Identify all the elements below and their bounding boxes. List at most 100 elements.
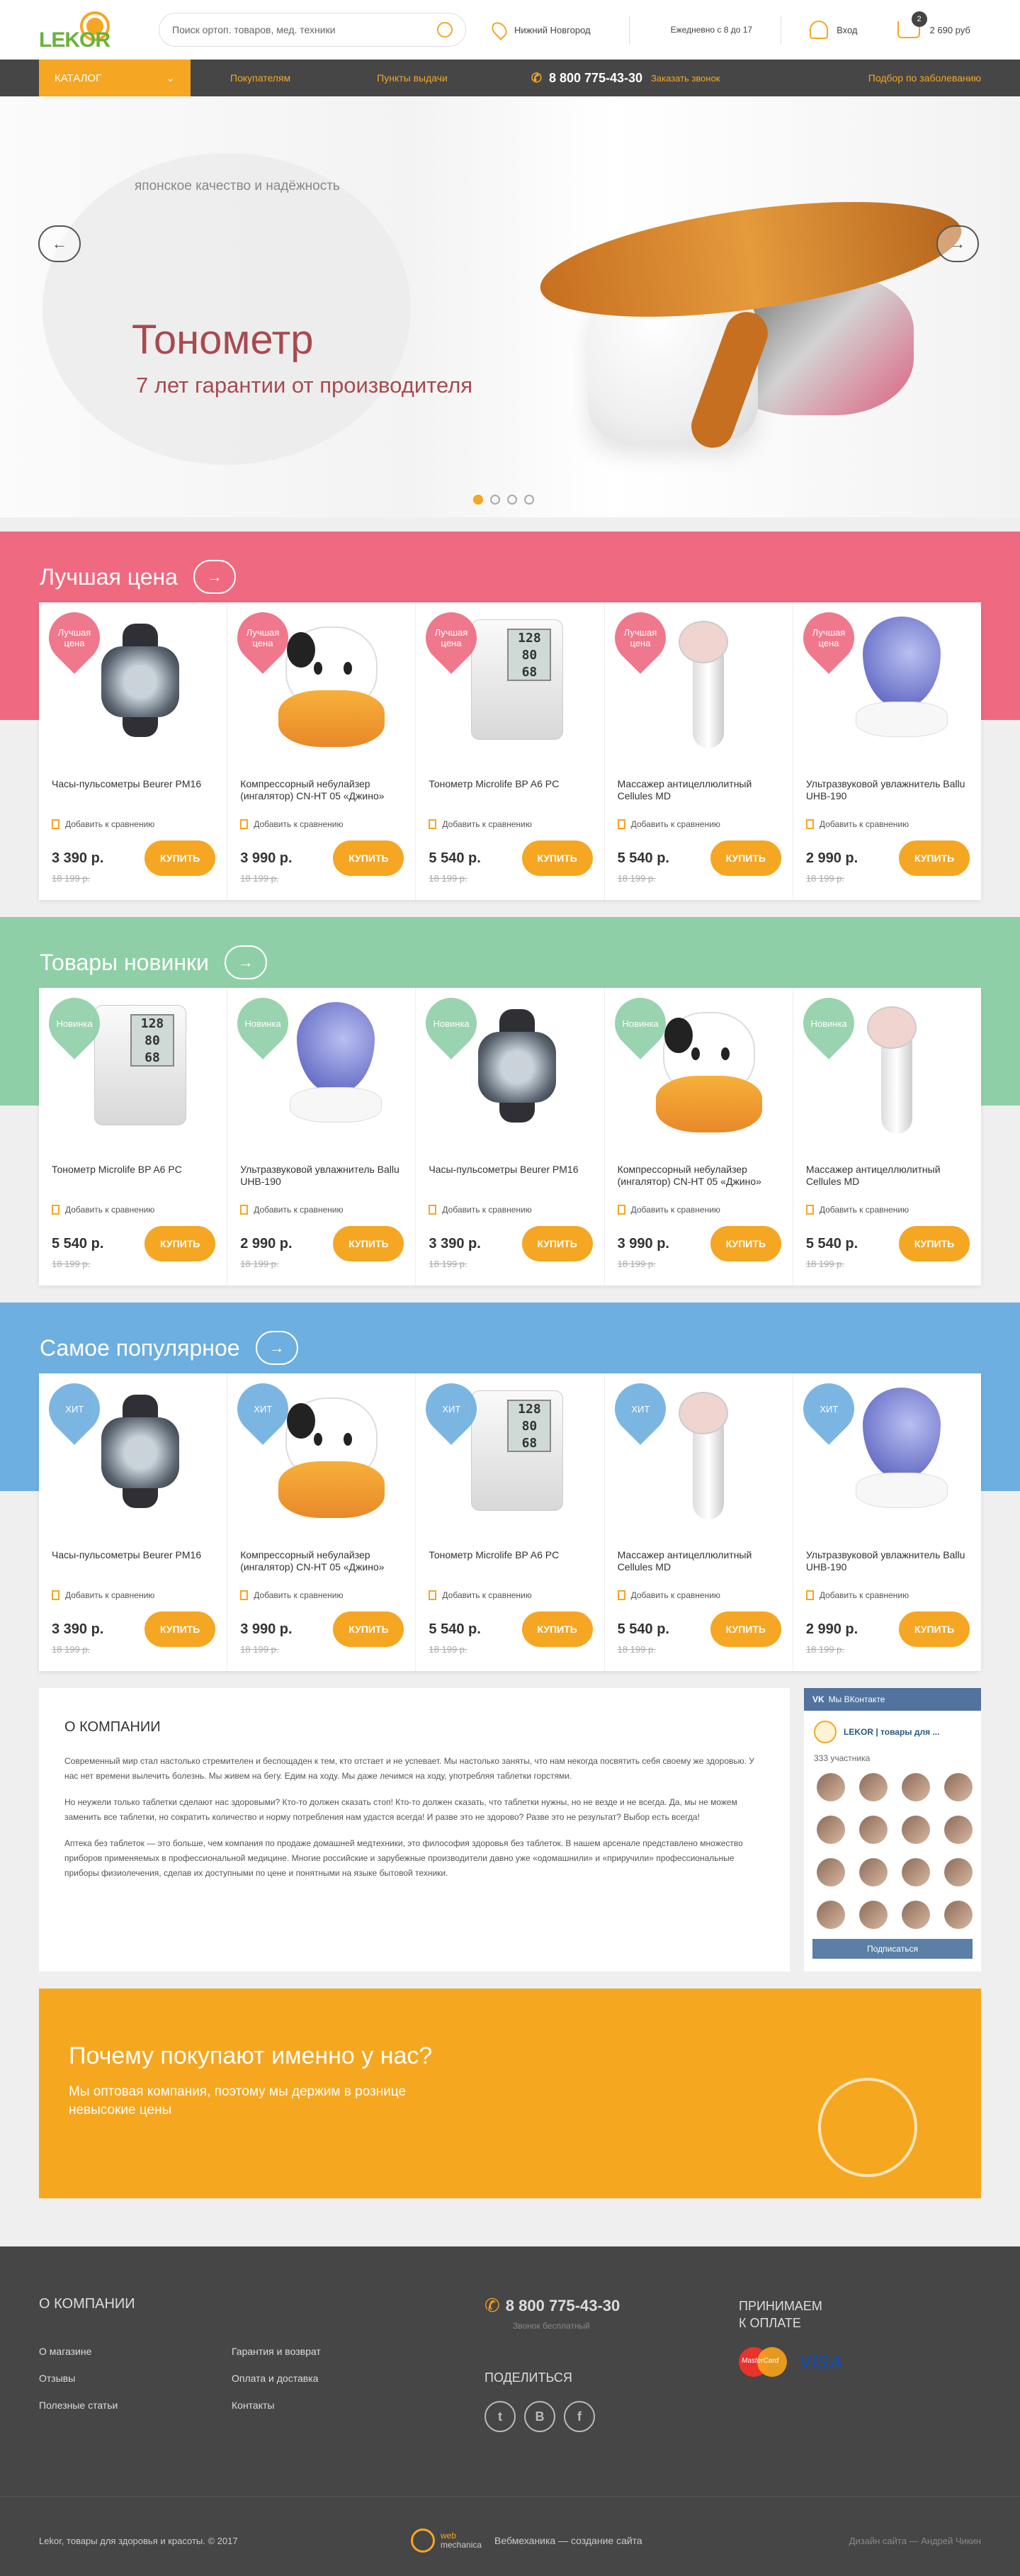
avatar[interactable]: [859, 1858, 888, 1886]
arrow-right-icon[interactable]: →: [193, 560, 236, 594]
slider-dot-4[interactable]: [524, 495, 534, 505]
buy-button[interactable]: КУПИТЬ: [521, 840, 593, 876]
product-card[interactable]: ХИТ Часы-пульсометры Beurer PM16 Добавит…: [38, 1373, 228, 1671]
add-to-compare[interactable]: Добавить к сравнению: [805, 819, 909, 829]
product-card[interactable]: Новинка Ультразвуковой увлажнитель Ballu…: [227, 987, 416, 1286]
footer-link[interactable]: Контакты: [232, 2400, 274, 2411]
add-to-compare[interactable]: Добавить к сравнению: [429, 1205, 532, 1215]
buy-button[interactable]: КУПИТЬ: [144, 1612, 216, 1647]
add-to-compare[interactable]: Добавить к сравнению: [52, 1205, 154, 1215]
add-to-compare[interactable]: Добавить к сравнению: [805, 1205, 909, 1215]
add-to-compare[interactable]: Добавить к сравнению: [240, 1205, 344, 1215]
avatar[interactable]: [817, 1773, 845, 1801]
slider-dot-3[interactable]: [507, 495, 517, 505]
vk-group[interactable]: LEKOR | товары для ...: [804, 1711, 981, 1753]
product-name[interactable]: Часы-пульсометры Beurer PM16: [52, 778, 214, 790]
product-name[interactable]: Ультразвуковой увлажнитель Ballu UHB-190: [806, 778, 968, 802]
add-to-compare[interactable]: Добавить к сравнению: [240, 1590, 344, 1600]
buy-button[interactable]: КУПИТЬ: [144, 840, 216, 876]
add-to-compare[interactable]: Добавить к сравнению: [52, 819, 154, 829]
product-name[interactable]: Тонометр Microlife BP A6 PC: [429, 778, 591, 790]
avatar[interactable]: [902, 1816, 930, 1844]
section-title[interactable]: Лучшая цена: [40, 564, 178, 590]
buy-button[interactable]: КУПИТЬ: [710, 1612, 781, 1647]
product-card[interactable]: 128 80 68 Новинка Тонометр Microlife BP A6…: [38, 987, 228, 1286]
avatar[interactable]: [902, 1858, 930, 1886]
product-card[interactable]: Новинка Часы-пульсометры Beurer PM16 Доб…: [415, 987, 605, 1286]
buy-button[interactable]: КУПИТЬ: [144, 1226, 216, 1261]
add-to-compare[interactable]: Добавить к сравнению: [617, 819, 720, 829]
footer-phone[interactable]: 8 800 775-43-30: [506, 2297, 620, 2315]
product-name[interactable]: Компрессорный небулайзер (ингалятор) CN-…: [618, 1164, 780, 1188]
add-to-compare[interactable]: Добавить к сравнению: [617, 1205, 720, 1215]
search-input[interactable]: [172, 24, 437, 35]
cart[interactable]: 2 2 690 руб: [897, 11, 970, 38]
nav-by-disease[interactable]: Подбор по заболеванию: [868, 72, 981, 84]
buy-button[interactable]: КУПИТЬ: [710, 840, 781, 876]
login-link[interactable]: Вход: [810, 21, 858, 39]
product-card[interactable]: Лучшая цена Компрессорный небулайзер (ин…: [227, 602, 416, 900]
buy-button[interactable]: КУПИТЬ: [521, 1612, 593, 1647]
city-selector[interactable]: Нижний Новгород: [489, 19, 591, 40]
section-title[interactable]: Самое популярное: [40, 1335, 240, 1361]
product-name[interactable]: Часы-пульсометры Beurer PM16: [429, 1164, 591, 1176]
nav-phone[interactable]: ✆ 8 800 775-43-30: [531, 71, 642, 86]
product-card[interactable]: Лучшая цена Массажер антицеллюлитный Cel…: [604, 602, 793, 900]
footer-link[interactable]: О магазине: [39, 2346, 91, 2357]
product-card[interactable]: ХИТ Ультразвуковой увлажнитель Ballu UHB…: [792, 1373, 981, 1671]
avatar[interactable]: [817, 1816, 845, 1844]
add-to-compare[interactable]: Добавить к сравнению: [805, 1590, 909, 1600]
product-name[interactable]: Ультразвуковой увлажнитель Ballu UHB-190: [240, 1164, 402, 1188]
buy-button[interactable]: КУПИТЬ: [333, 1612, 404, 1647]
product-card[interactable]: 128 80 68 ХИТ Тонометр Microlife BP A6 PC …: [415, 1373, 605, 1671]
product-name[interactable]: Массажер антицеллюлитный Cellules MD: [806, 1164, 968, 1188]
avatar[interactable]: [859, 1773, 888, 1801]
footer-link[interactable]: Полезные статьи: [39, 2400, 118, 2411]
slider-next-arrow-icon[interactable]: →: [936, 225, 979, 262]
avatar[interactable]: [944, 1858, 973, 1886]
nav-pickup[interactable]: Пункты выдачи: [377, 72, 448, 84]
product-card[interactable]: Новинка Массажер антицеллюлитный Cellule…: [792, 987, 981, 1286]
avatar[interactable]: [817, 1901, 845, 1929]
product-card[interactable]: Лучшая цена Часы-пульсометры Beurer PM16…: [38, 602, 228, 900]
product-name[interactable]: Компрессорный небулайзер (ингалятор) CN-…: [240, 1549, 402, 1573]
slider-dot-1[interactable]: [473, 495, 483, 505]
avatar[interactable]: [859, 1901, 888, 1929]
arrow-right-icon[interactable]: →: [255, 1331, 298, 1365]
add-to-compare[interactable]: Добавить к сравнению: [617, 1590, 720, 1600]
footer-link[interactable]: Гарантия и возврат: [232, 2346, 321, 2357]
slider-dot-2[interactable]: [490, 495, 500, 505]
avatar[interactable]: [902, 1901, 930, 1929]
product-card[interactable]: ХИТ Массажер антицеллюлитный Cellules MD…: [604, 1373, 793, 1671]
product-name[interactable]: Ультразвуковой увлажнитель Ballu UHB-190: [806, 1549, 968, 1573]
section-title[interactable]: Товары новинки: [40, 950, 209, 976]
avatar[interactable]: [817, 1858, 845, 1886]
buy-button[interactable]: КУПИТЬ: [521, 1226, 593, 1261]
nav-buyers[interactable]: Покупателям: [230, 72, 290, 84]
twitter-icon[interactable]: t: [484, 2401, 516, 2432]
buy-button[interactable]: КУПИТЬ: [710, 1226, 781, 1261]
add-to-compare[interactable]: Добавить к сравнению: [240, 819, 344, 829]
facebook-icon[interactable]: f: [564, 2401, 595, 2432]
product-name[interactable]: Тонометр Microlife BP A6 PC: [52, 1164, 214, 1176]
developer-credit[interactable]: web mechanica Вебмеханика — создание сайт…: [411, 2529, 642, 2553]
product-card[interactable]: Новинка Компрессорный небулайзер (ингаля…: [604, 987, 793, 1286]
vk-icon[interactable]: B: [524, 2401, 555, 2432]
footer-link[interactable]: Отзывы: [39, 2373, 75, 2384]
add-to-compare[interactable]: Добавить к сравнению: [52, 1590, 154, 1600]
buy-button[interactable]: КУПИТЬ: [333, 1226, 404, 1261]
add-to-compare[interactable]: Добавить к сравнению: [429, 1590, 532, 1600]
buy-button[interactable]: КУПИТЬ: [899, 1226, 970, 1261]
buy-button[interactable]: КУПИТЬ: [899, 840, 970, 876]
product-card[interactable]: ХИТ Компрессорный небулайзер (ингалятор)…: [227, 1373, 416, 1671]
product-name[interactable]: Массажер антицеллюлитный Cellules MD: [618, 1549, 780, 1573]
logo[interactable]: LEKOR: [39, 9, 120, 52]
arrow-right-icon[interactable]: →: [224, 945, 267, 979]
catalog-button[interactable]: КАТАЛОГ ⌄: [39, 60, 191, 96]
avatar[interactable]: [902, 1773, 930, 1801]
avatar[interactable]: [944, 1816, 973, 1844]
buy-button[interactable]: КУПИТЬ: [899, 1612, 970, 1647]
search-icon[interactable]: [437, 22, 453, 38]
vk-subscribe-button[interactable]: Подписаться: [812, 1939, 973, 1959]
avatar[interactable]: [944, 1901, 973, 1929]
